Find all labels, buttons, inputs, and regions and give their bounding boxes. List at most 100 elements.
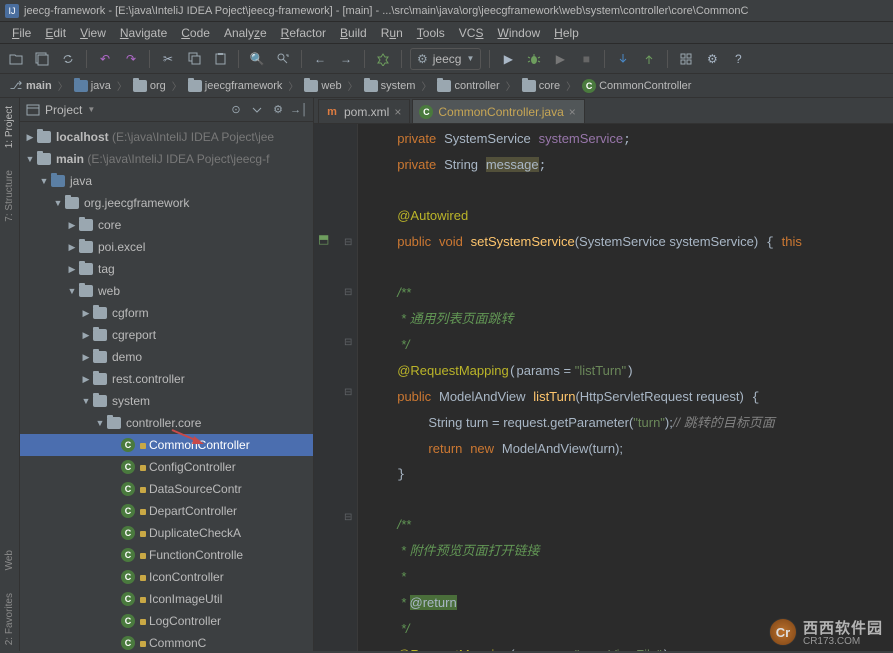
breadcrumb-item-controller[interactable]: controller [434,80,502,92]
breadcrumb-item-core[interactable]: core [519,80,563,92]
expand-arrow-icon[interactable]: ▶ [66,264,78,275]
menu-refactor[interactable]: Refactor [275,24,332,42]
tree-node-duplicatechecka[interactable]: CDuplicateCheckA [20,522,313,544]
undo-icon[interactable]: ↶ [95,49,115,69]
tree-node-system[interactable]: ▼system [20,390,313,412]
redo-icon[interactable]: ↷ [121,49,141,69]
collapse-arrow-icon[interactable]: ▼ [38,176,50,186]
menu-help[interactable]: Help [548,24,585,42]
back-icon[interactable]: ← [310,49,330,69]
tree-node-java[interactable]: ▼java [20,170,313,192]
breadcrumb-item-jeecgframework[interactable]: jeecgframework [185,80,286,92]
tree-node-rest[interactable]: ▶rest.controller [20,368,313,390]
tree-node-iconimageutil[interactable]: CIconImageUtil [20,588,313,610]
editor-tab-commoncontroller[interactable]: C CommonController.java × [412,99,584,123]
collapse-arrow-icon[interactable]: ▼ [94,418,106,428]
tree-node-localhost[interactable]: ▶localhost (E:\java\InteliJ IDEA Poject\… [20,126,313,148]
debug-icon[interactable] [524,49,544,69]
run-configuration-selector[interactable]: ⚙ jeecg ▼ [410,48,481,70]
fold-icon[interactable]: ⊟ [344,287,352,298]
build-icon[interactable] [373,49,393,69]
help-icon[interactable]: ? [728,49,748,69]
cut-icon[interactable]: ✂ [158,49,178,69]
expand-arrow-icon[interactable]: ▶ [80,308,92,319]
sync-icon[interactable] [58,49,78,69]
tool-tab-favorites[interactable]: 2: Favorites [2,587,17,651]
settings-icon[interactable]: ⚙ [702,49,722,69]
collapse-arrow-icon[interactable]: ▼ [52,198,64,208]
menu-view[interactable]: View [74,24,112,42]
paste-icon[interactable] [210,49,230,69]
fold-icon[interactable]: ⊟ [344,237,352,248]
menu-run[interactable]: Run [375,24,409,42]
forward-icon[interactable]: → [336,49,356,69]
fold-icon[interactable]: ⊟ [344,512,352,523]
tree-node-commonc[interactable]: CCommonC [20,632,313,651]
replace-icon[interactable] [273,49,293,69]
menu-navigate[interactable]: Navigate [114,24,173,42]
fold-icon[interactable]: ⊟ [344,387,352,398]
tree-node-configcontroller[interactable]: CConfigController [20,456,313,478]
breadcrumb-item-java[interactable]: java [71,80,114,92]
fold-icon[interactable]: ⊟ [344,337,352,348]
tree-node-logcontroller[interactable]: CLogController [20,610,313,632]
vcs-commit-icon[interactable] [639,49,659,69]
menu-file[interactable]: File [6,24,37,42]
tree-node-commoncontroller[interactable]: CCommonController [20,434,313,456]
expand-arrow-icon[interactable]: ▶ [80,330,92,341]
autoscroll-icon[interactable]: ⊙ [228,102,244,118]
tree-node-datasourcecontroller[interactable]: CDataSourceContr [20,478,313,500]
run-icon[interactable]: ▶ [498,49,518,69]
breadcrumb-item-commoncontroller[interactable]: CCommonController [579,79,694,93]
spring-bean-icon[interactable]: ⬒ [318,232,329,246]
expand-arrow-icon[interactable]: ▶ [80,352,92,363]
tree-node-package[interactable]: ▼org.jeecgframework [20,192,313,214]
project-tree[interactable]: ▶localhost (E:\java\InteliJ IDEA Poject\… [20,122,313,651]
tool-tab-web[interactable]: Web [2,544,17,576]
breadcrumb-item-org[interactable]: org [130,80,169,92]
tree-node-web[interactable]: ▼web [20,280,313,302]
collapse-arrow-icon[interactable]: ▼ [80,396,92,406]
tool-tab-project[interactable]: 1: Project [2,100,17,154]
expand-arrow-icon[interactable]: ▶ [66,220,78,231]
chevron-down-icon[interactable]: ▼ [87,105,95,114]
collapse-arrow-icon[interactable]: ▼ [24,154,36,164]
close-icon[interactable]: × [394,105,401,119]
menu-build[interactable]: Build [334,24,373,42]
breadcrumb-item-main[interactable]: ⎇main [6,79,55,93]
stop-icon[interactable]: ■ [576,49,596,69]
menu-edit[interactable]: Edit [39,24,72,42]
tree-node-functioncontrolle[interactable]: CFunctionControlle [20,544,313,566]
tree-node-controller-core[interactable]: ▼controller.core [20,412,313,434]
hide-icon[interactable]: →│ [291,102,307,118]
close-icon[interactable]: × [569,105,576,119]
copy-icon[interactable] [184,49,204,69]
tree-node-cgreport[interactable]: ▶cgreport [20,324,313,346]
tree-node-main[interactable]: ▼main (E:\java\InteliJ IDEA Poject\jeecg… [20,148,313,170]
breadcrumb-item-web[interactable]: web [301,80,344,92]
expand-arrow-icon[interactable]: ▶ [80,374,92,385]
tree-node-departcontroller[interactable]: CDepartController [20,500,313,522]
menu-window[interactable]: Window [491,24,546,42]
editor-gutter[interactable]: ⬒ ⊟ ⊟ ⊟ ⊟ ⊟ [314,124,358,651]
editor-tab-pom[interactable]: m pom.xml × [318,99,410,123]
gear-icon[interactable]: ⚙ [270,102,286,118]
open-file-icon[interactable] [6,49,26,69]
tree-node-tag[interactable]: ▶tag [20,258,313,280]
tree-node-cgform[interactable]: ▶cgform [20,302,313,324]
expand-arrow-icon[interactable]: ▶ [24,132,36,143]
breadcrumb-item-system[interactable]: system [361,80,419,92]
run-coverage-icon[interactable]: ▶ [550,49,570,69]
collapse-all-icon[interactable] [249,102,265,118]
menu-vcs[interactable]: VCS [453,24,490,42]
project-structure-icon[interactable] [676,49,696,69]
tool-tab-structure[interactable]: 7: Structure [2,164,17,228]
tree-node-core[interactable]: ▶core [20,214,313,236]
collapse-arrow-icon[interactable]: ▼ [66,286,78,296]
tree-node-demo[interactable]: ▶demo [20,346,313,368]
tree-node-poi[interactable]: ▶poi.excel [20,236,313,258]
tree-node-iconcontroller[interactable]: CIconController [20,566,313,588]
menu-code[interactable]: Code [175,24,216,42]
menu-tools[interactable]: Tools [411,24,451,42]
vcs-update-icon[interactable] [613,49,633,69]
